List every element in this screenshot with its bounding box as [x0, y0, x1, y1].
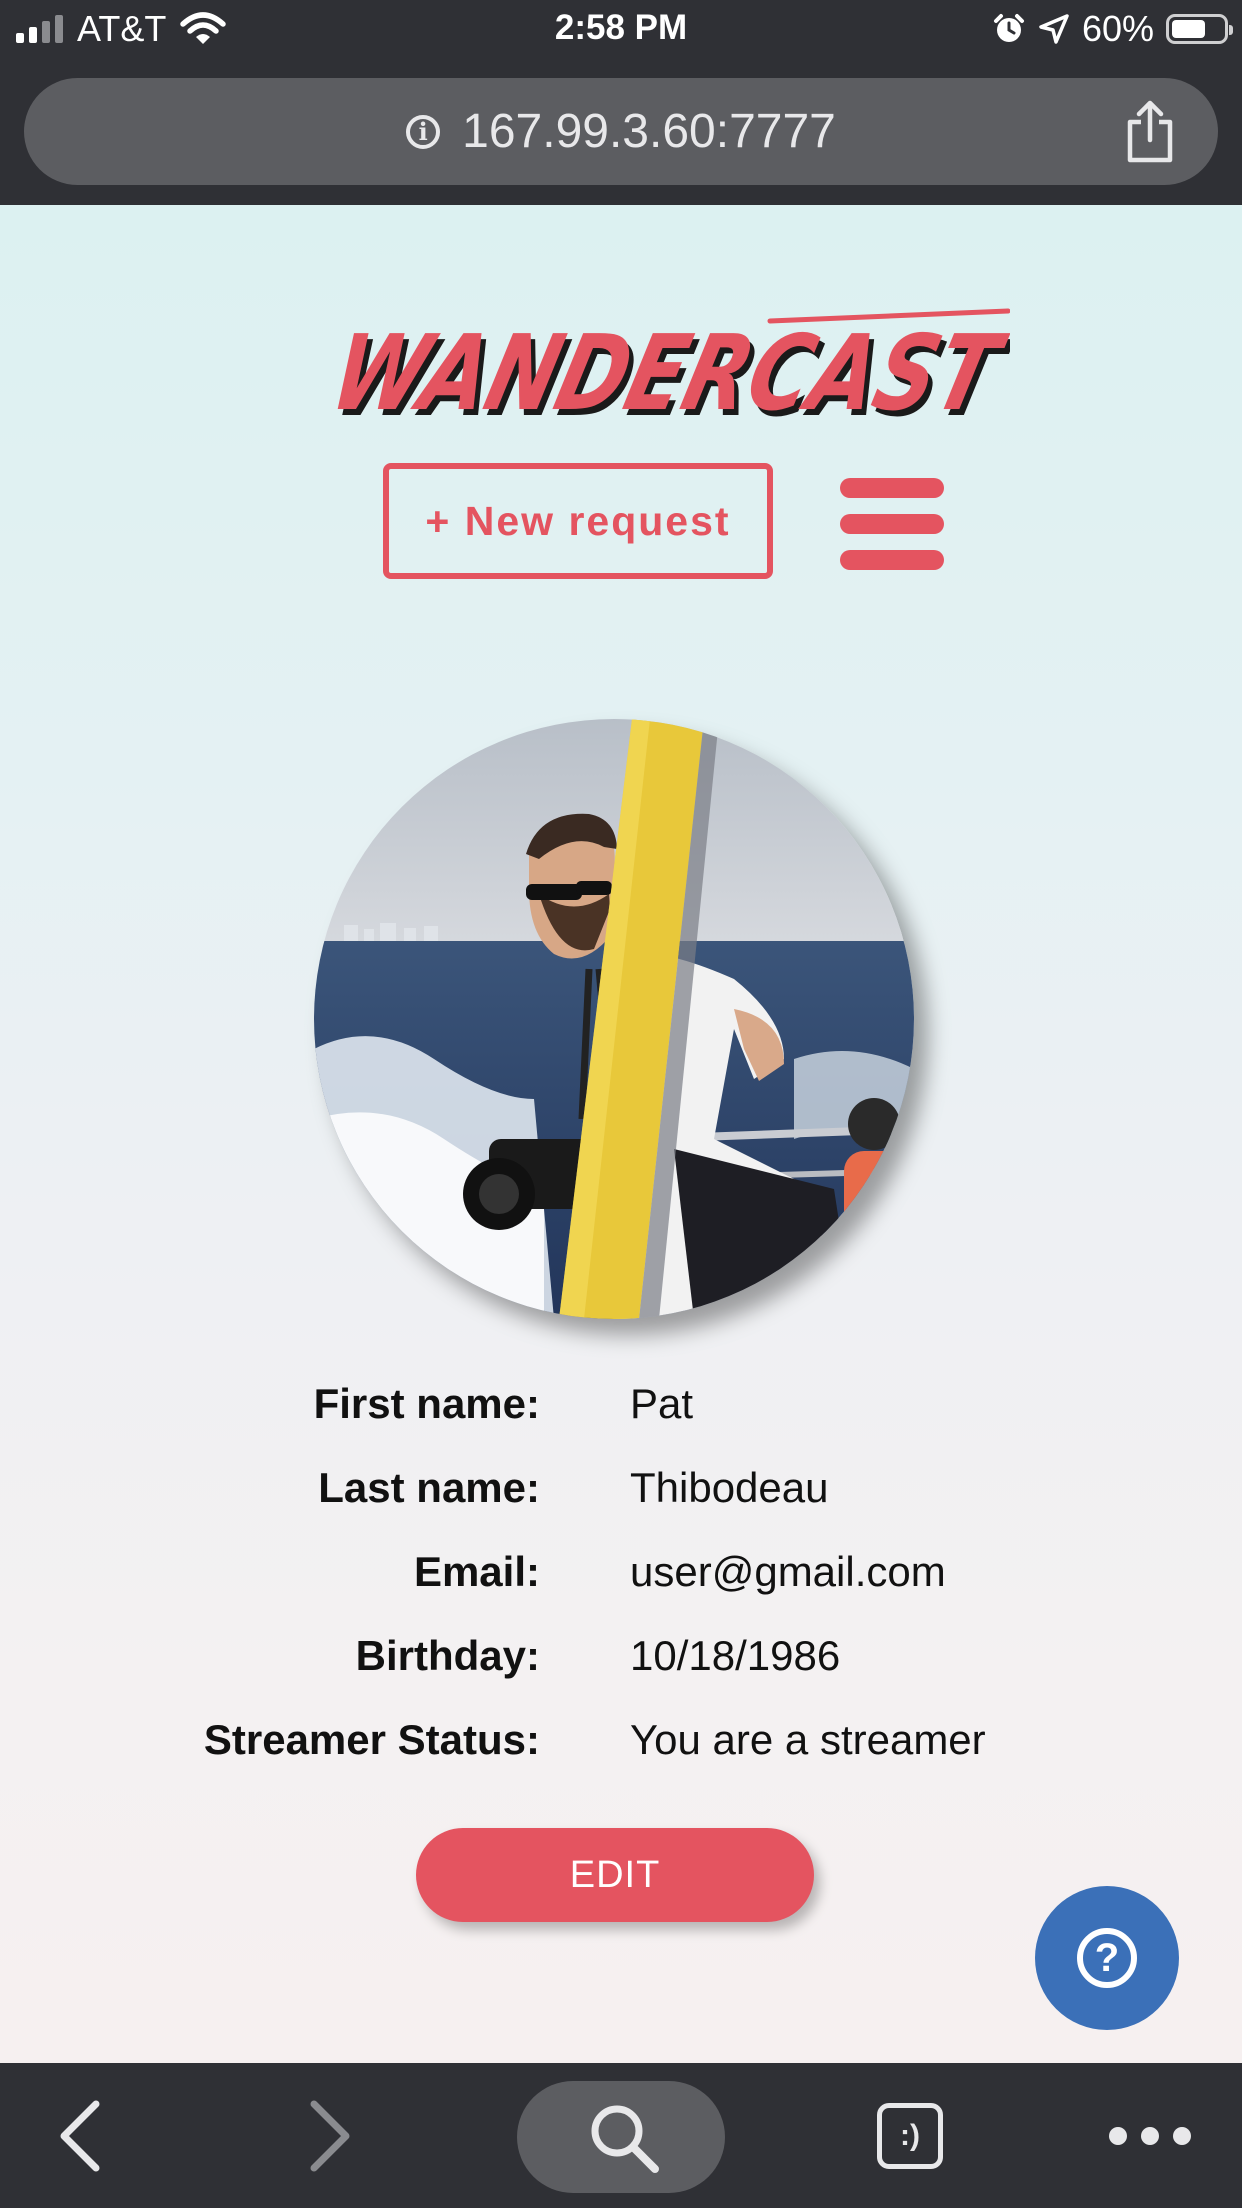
wifi-icon: [180, 12, 227, 44]
profile-row-first-name: First name: Pat: [0, 1380, 1242, 1464]
address-bar[interactable]: i 167.99.3.60:7777: [24, 78, 1218, 185]
location-icon: [1039, 14, 1069, 44]
profile-row-streamer-status: Streamer Status: You are a streamer: [0, 1716, 1242, 1800]
hamburger-menu-icon[interactable]: [840, 478, 944, 570]
search-icon: [591, 2105, 659, 2173]
edit-profile-button[interactable]: EDIT: [416, 1828, 814, 1922]
forward-icon: [310, 2100, 350, 2171]
back-icon: [60, 2100, 100, 2171]
first-name-label: First name:: [313, 1380, 540, 1427]
first-name-value: Pat: [630, 1380, 694, 1427]
more-button[interactable]: [1100, 2063, 1200, 2208]
logo-text: WANDERCAST: [320, 312, 1010, 433]
browser-toolbar: :): [0, 2063, 1242, 2208]
info-icon[interactable]: i: [406, 114, 441, 149]
new-request-button[interactable]: + New request: [383, 463, 773, 579]
url-text: 167.99.3.60:7777: [462, 105, 836, 158]
email-label: Email:: [413, 1548, 540, 1595]
last-name-value: Thibodeau: [630, 1464, 829, 1511]
profile-row-email: Email: user@gmail.com: [0, 1548, 1242, 1632]
profile-row-birthday: Birthday: 10/18/1986: [0, 1632, 1242, 1716]
streamer-status-value: You are a streamer: [630, 1716, 986, 1763]
last-name-label: Last name:: [318, 1464, 540, 1511]
help-button[interactable]: ?: [1035, 1886, 1179, 2030]
forward-button[interactable]: [290, 2063, 370, 2208]
signal-icon: [16, 15, 63, 43]
back-button[interactable]: [40, 2063, 120, 2208]
carrier-label: AT&T: [77, 8, 167, 49]
wandercast-logo[interactable]: WANDERCAST WANDERCAST: [300, 305, 1010, 435]
help-icon: ?: [1077, 1928, 1137, 1988]
page-content: WANDERCAST WANDERCAST + New request Firs…: [0, 205, 1242, 2063]
birthday-label: Birthday:: [355, 1632, 540, 1679]
search-button[interactable]: [517, 2081, 725, 2193]
tabs-icon-glyph: :): [900, 2118, 920, 2152]
birthday-value: 10/18/1986: [630, 1632, 841, 1679]
tabs-icon: :): [877, 2102, 943, 2169]
battery-icon: [1166, 14, 1233, 44]
alarm-icon: [993, 14, 1024, 42]
email-value: user@gmail.com: [630, 1548, 946, 1595]
battery-percent: 60%: [1081, 8, 1154, 49]
tabs-button[interactable]: :): [870, 2063, 950, 2208]
streamer-status-label: Streamer Status:: [203, 1716, 540, 1763]
profile-row-last-name: Last name: Thibodeau: [0, 1464, 1242, 1548]
browser-chrome: i 167.99.3.60:7777: [0, 58, 1242, 205]
status-bar: AT&T 2:58 PM 60%: [0, 0, 1242, 58]
profile-avatar: [314, 719, 914, 1319]
more-icon: [1109, 2126, 1191, 2145]
share-icon[interactable]: [1120, 100, 1180, 164]
